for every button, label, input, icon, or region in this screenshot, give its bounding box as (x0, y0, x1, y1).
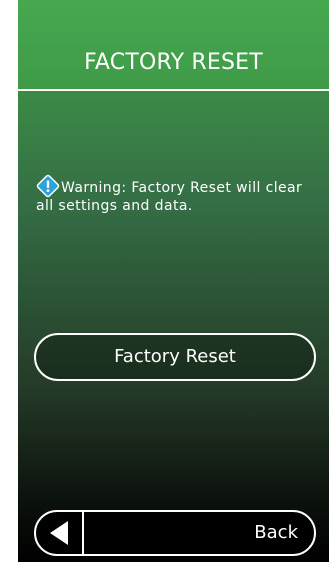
info-icon (36, 174, 60, 198)
back-arrow-button[interactable] (36, 512, 84, 554)
warning-text: Warning: Factory Reset will clear all se… (36, 180, 303, 214)
device-screen: FACTORY RESET Warning: Factory Reset wil… (18, 0, 329, 562)
warning-message: Warning: Factory Reset will clear all se… (36, 174, 311, 215)
bottom-nav-bar: Back (34, 510, 316, 556)
page-title: FACTORY RESET (84, 50, 263, 75)
back-button-label[interactable]: Back (254, 512, 298, 554)
header: FACTORY RESET (18, 0, 329, 89)
header-divider (18, 89, 329, 91)
back-arrow-icon (50, 521, 68, 545)
factory-reset-button[interactable]: Factory Reset (34, 333, 316, 381)
